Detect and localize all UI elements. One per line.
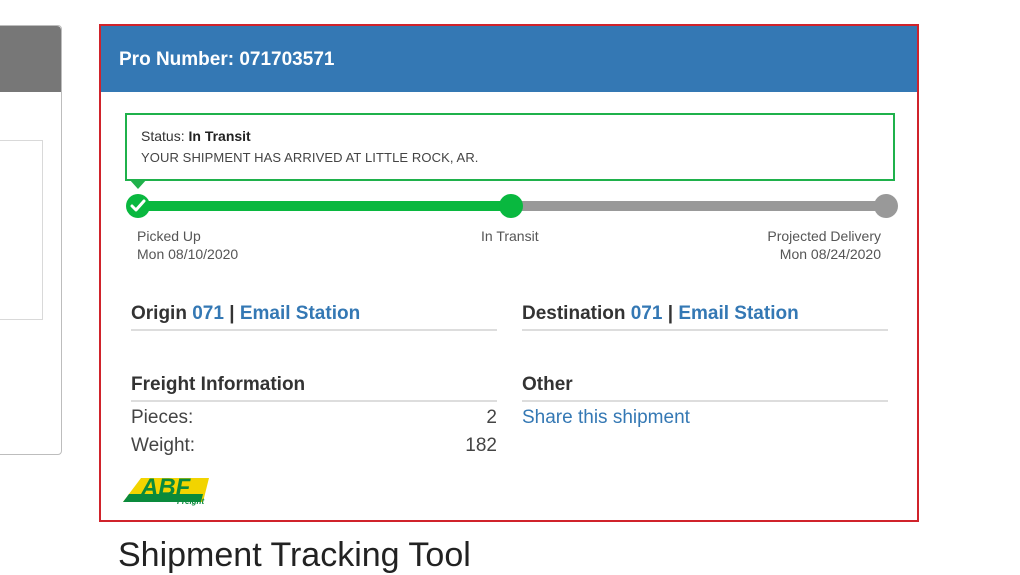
weight-value: 182 xyxy=(465,435,497,456)
freight-heading: Freight Information xyxy=(131,374,497,402)
pieces-label: Pieces: xyxy=(131,407,194,428)
other-section: Other Share this shipment xyxy=(522,374,888,430)
share-shipment-link[interactable]: Share this shipment xyxy=(522,406,690,430)
tracking-card: Pro Number: 071703571 Status: In Transit… xyxy=(99,24,919,522)
status-line: Status: In Transit xyxy=(141,128,251,144)
stop-date: Mon 08/10/2020 xyxy=(137,246,239,262)
destination-section: Destination 071 | Email Station xyxy=(522,303,888,331)
stop-label: Projected Delivery xyxy=(767,228,881,244)
page-heading-below: Shipment Tracking Tool xyxy=(118,536,471,574)
destination-code-link[interactable]: 071 xyxy=(631,303,663,324)
status-value: In Transit xyxy=(188,128,251,144)
stop-date: Mon 08/24/2020 xyxy=(779,246,881,262)
destination-heading: Destination 071 | Email Station xyxy=(522,303,888,331)
stop-in-transit: In Transit xyxy=(481,227,539,245)
progress-track xyxy=(126,194,898,218)
destination-label: Destination xyxy=(522,303,626,324)
stop-picked-up: Picked Up Mon 08/10/2020 xyxy=(137,227,238,263)
side-panel-field xyxy=(0,140,43,320)
origin-email-station-link[interactable]: Email Station xyxy=(240,303,360,324)
freight-row-weight: Weight: 182 xyxy=(131,434,497,458)
status-box: Status: In Transit YOUR SHIPMENT HAS ARR… xyxy=(125,113,895,181)
weight-label: Weight: xyxy=(131,435,196,456)
side-panel xyxy=(0,25,62,455)
origin-heading: Origin 071 | Email Station xyxy=(131,303,497,331)
side-panel-header xyxy=(0,26,61,92)
origin-code-link[interactable]: 071 xyxy=(192,303,224,324)
freight-row-pieces: Pieces: 2 xyxy=(131,406,497,430)
check-icon xyxy=(130,199,146,212)
svg-text:Freight: Freight xyxy=(177,497,204,506)
destination-email-station-link[interactable]: Email Station xyxy=(678,303,798,324)
card-header: Pro Number: 071703571 xyxy=(101,26,917,92)
progress-complete xyxy=(137,201,511,211)
stop-label: In Transit xyxy=(481,228,539,244)
status-pointer-icon xyxy=(129,179,147,189)
delivery-dot xyxy=(874,194,898,218)
abf-freight-logo: ABF Freight xyxy=(123,474,209,506)
separator: | xyxy=(229,303,235,324)
freight-section: Freight Information Pieces: 2 Weight: 18… xyxy=(131,374,497,458)
status-message: YOUR SHIPMENT HAS ARRIVED AT LITTLE ROCK… xyxy=(141,150,479,165)
stop-label: Picked Up xyxy=(137,228,201,244)
other-heading: Other xyxy=(522,374,888,402)
stop-projected-delivery: Projected Delivery Mon 08/24/2020 xyxy=(767,227,881,263)
origin-section: Origin 071 | Email Station xyxy=(131,303,497,331)
in-transit-dot xyxy=(499,194,523,218)
pieces-value: 2 xyxy=(486,407,497,428)
picked-up-dot xyxy=(126,194,150,218)
status-label: Status: xyxy=(141,128,185,144)
separator: | xyxy=(667,303,674,324)
origin-label: Origin xyxy=(131,303,187,324)
pro-number-title: Pro Number: 071703571 xyxy=(119,49,335,70)
